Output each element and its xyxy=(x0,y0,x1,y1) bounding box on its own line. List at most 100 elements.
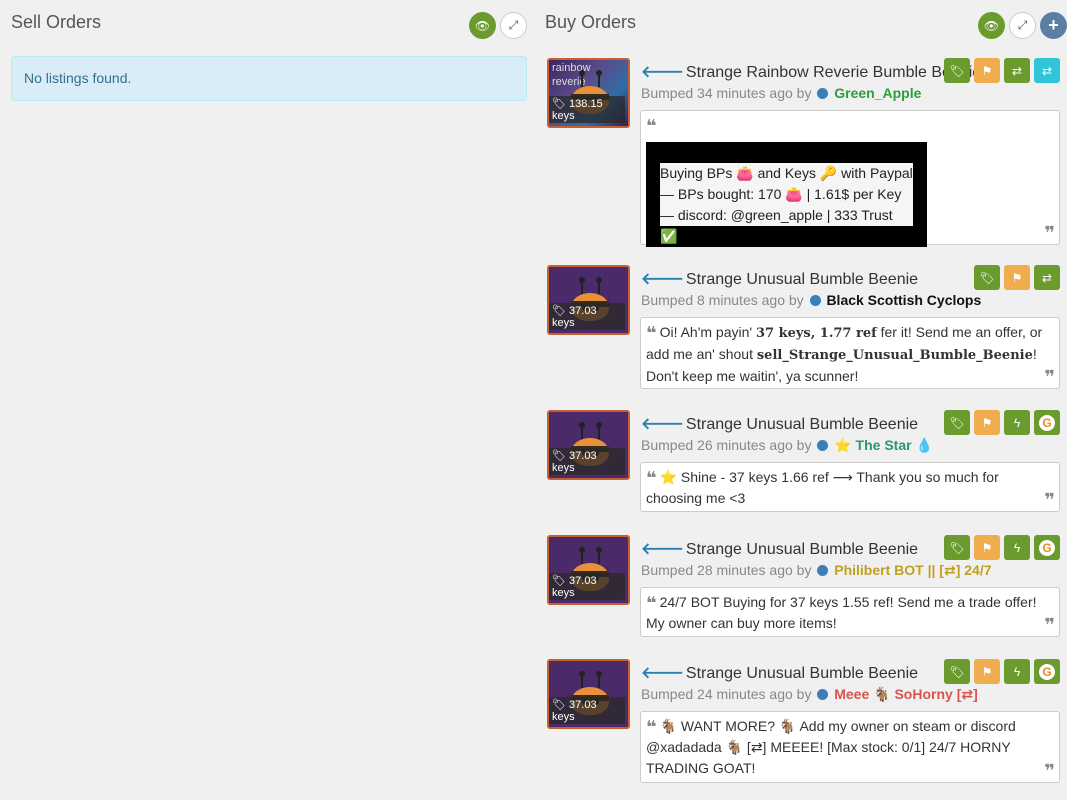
quote-open-icon: ❝ xyxy=(646,116,657,136)
listing-actions: 🏷 ⚑ ϟ G xyxy=(944,535,1060,560)
lightning-icon: ϟ xyxy=(1013,540,1021,555)
tag-icon: 🏷 xyxy=(552,305,566,317)
user-link[interactable]: ⭐ The Star 💧 xyxy=(834,437,933,453)
price-tag-button[interactable]: 🏷 xyxy=(944,535,970,560)
toggle-visibility-button[interactable]: 👁 xyxy=(978,12,1005,39)
quote-close-icon: ❞ xyxy=(1044,490,1055,510)
tag-icon: 🏷 xyxy=(552,98,566,110)
report-button[interactable]: ⚑ xyxy=(974,535,1000,560)
send-offer-button[interactable]: ⇄ xyxy=(1034,58,1060,83)
instant-trade-button[interactable]: ϟ xyxy=(1004,410,1030,435)
listing-comment: ❝ 🐐 WANT MORE? 🐐 Add my owner on steam or… xyxy=(640,711,1060,783)
g-logo-icon: G xyxy=(1039,539,1055,556)
status-dot-icon xyxy=(817,440,829,451)
listing-comment: ❝ 24/7 BOT Buying for 37 keys 1.55 ref! S… xyxy=(640,587,1060,637)
gladiator-button[interactable]: G xyxy=(1034,659,1060,684)
eye-slash-icon: 👁 xyxy=(983,18,1000,33)
arrow-left-icon: 🡐 xyxy=(641,64,684,81)
arrow-left-icon: 🡐 xyxy=(641,416,684,433)
toggle-visibility-button[interactable]: 👁 xyxy=(469,12,496,39)
exchange-icon: ⇄ xyxy=(1041,270,1053,285)
price-tag-button[interactable]: 🏷 xyxy=(974,265,1000,290)
bumped-info: Bumped 24 minutes ago by Meee 🐐 SoHorny … xyxy=(641,686,978,702)
bumped-info: Bumped 8 minutes ago by Black Scottish C… xyxy=(641,292,982,308)
sell-orders-header: Sell Orders 👁 ⤢ xyxy=(11,0,527,46)
comment-banner: Buying BPs 👛 and Keys 🔑 with Paypal — BP… xyxy=(646,142,927,247)
price-tag: 🏷 37.03 keys xyxy=(549,697,625,724)
tag-icon: 🏷 xyxy=(949,63,965,78)
quote-open-icon: ❝ xyxy=(646,323,657,343)
quote-open-icon: ❝ xyxy=(646,593,657,613)
item-thumbnail[interactable]: 🏷 37.03 keys xyxy=(547,659,630,729)
quote-close-icon: ❞ xyxy=(1044,615,1055,635)
item-thumbnail[interactable]: 🏷 37.03 keys xyxy=(547,410,630,480)
user-link[interactable]: Green_Apple xyxy=(834,85,921,101)
flag-icon: ⚑ xyxy=(981,63,993,78)
flag-icon: ⚑ xyxy=(981,540,993,555)
listing-actions: 🏷 ⚑ ϟ G xyxy=(944,410,1060,435)
report-button[interactable]: ⚑ xyxy=(974,659,1000,684)
g-logo-icon: G xyxy=(1039,663,1055,680)
price-tag: 🏷 37.03 keys xyxy=(549,303,625,330)
price-tag-button[interactable]: 🏷 xyxy=(944,410,970,435)
quote-close-icon: ❞ xyxy=(1044,223,1055,243)
flag-icon: ⚑ xyxy=(1011,270,1023,285)
trade-offer-button[interactable]: ⇄ xyxy=(1034,265,1060,290)
tag-icon: 🏷 xyxy=(949,540,965,555)
instant-trade-button[interactable]: ϟ xyxy=(1004,535,1030,560)
listing-actions: 🏷 ⚑ ⇄ ⇄ xyxy=(944,58,1060,83)
bumped-info: Bumped 34 minutes ago by Green_Apple xyxy=(641,85,922,101)
item-title[interactable]: 🡐 Strange Unusual Bumble Beenie xyxy=(641,268,918,289)
arrow-left-icon: 🡐 xyxy=(641,271,684,288)
status-dot-icon xyxy=(809,295,821,306)
sell-orders-title: Sell Orders xyxy=(11,12,102,32)
quote-open-icon: ❝ xyxy=(646,717,657,737)
tag-icon: 🏷 xyxy=(949,415,965,430)
arrow-left-icon: 🡐 xyxy=(641,541,684,558)
buy-header-buttons: 👁 ⤢ + xyxy=(978,12,1067,39)
item-title[interactable]: 🡐 Strange Unusual Bumble Beenie xyxy=(641,538,918,559)
item-title[interactable]: 🡐 Strange Rainbow Reverie Bumble Beenie xyxy=(641,61,981,82)
price-tag: 🏷 37.03 keys xyxy=(549,448,625,475)
flag-icon: ⚑ xyxy=(981,664,993,679)
user-link[interactable]: Meee 🐐 SoHorny [⇄] xyxy=(834,686,978,702)
item-thumbnail[interactable]: 🏷 37.03 keys xyxy=(547,265,630,335)
item-thumbnail[interactable]: rainbow reverie 🏷 138.15 keys xyxy=(547,58,630,128)
add-listing-button[interactable]: + xyxy=(1040,12,1067,39)
expand-button[interactable]: ⤢ xyxy=(500,12,527,39)
expand-icon: ⤢ xyxy=(1017,18,1028,32)
buy-orders-panel: Buy Orders 👁 ⤢ + rainbow reverie 🏷 138.1… xyxy=(545,0,1067,783)
quote-close-icon: ❞ xyxy=(1044,367,1055,387)
bumped-info: Bumped 26 minutes ago by ⭐ The Star 💧 xyxy=(641,437,933,453)
item-thumbnail[interactable]: 🏷 37.03 keys xyxy=(547,535,630,605)
g-logo-icon: G xyxy=(1039,414,1055,431)
plus-icon: + xyxy=(1048,15,1059,35)
eye-slash-icon: 👁 xyxy=(474,18,491,33)
trade-offer-button[interactable]: ⇄ xyxy=(1004,58,1030,83)
expand-button[interactable]: ⤢ xyxy=(1009,12,1036,39)
item-title[interactable]: 🡐 Strange Unusual Bumble Beenie xyxy=(641,662,918,683)
report-button[interactable]: ⚑ xyxy=(1004,265,1030,290)
listing-comment: ❝ Oi! Ah'm payin' 37 keys, 1.77 ref fer i… xyxy=(640,317,1060,389)
gladiator-button[interactable]: G xyxy=(1034,410,1060,435)
status-dot-icon xyxy=(817,88,829,99)
item-title[interactable]: 🡐 Strange Unusual Bumble Beenie xyxy=(641,413,918,434)
lightning-icon: ϟ xyxy=(1013,415,1021,430)
instant-trade-button[interactable]: ϟ xyxy=(1004,659,1030,684)
gladiator-button[interactable]: G xyxy=(1034,535,1060,560)
user-link[interactable]: Philibert BOT || [⇄] 24/7 xyxy=(834,562,991,578)
report-button[interactable]: ⚑ xyxy=(974,410,1000,435)
listing-comment: ❝ ⭐ Shine - 37 keys 1.66 ref ⟶ Thank you … xyxy=(640,462,1060,512)
lightning-icon: ϟ xyxy=(1013,664,1021,679)
expand-icon: ⤢ xyxy=(508,18,519,32)
price-tag: 🏷 37.03 keys xyxy=(549,573,625,600)
exchange-icon: ⇄ xyxy=(1011,63,1023,78)
tag-icon: 🏷 xyxy=(552,699,566,711)
report-button[interactable]: ⚑ xyxy=(974,58,1000,83)
sell-header-buttons: 👁 ⤢ xyxy=(469,12,527,39)
buy-orders-header: Buy Orders 👁 ⤢ + xyxy=(545,0,1067,46)
price-tag-button[interactable]: 🏷 xyxy=(944,58,970,83)
price-tag: 🏷 138.15 keys xyxy=(549,96,625,123)
price-tag-button[interactable]: 🏷 xyxy=(944,659,970,684)
user-link[interactable]: Black Scottish Cyclops xyxy=(826,292,981,308)
